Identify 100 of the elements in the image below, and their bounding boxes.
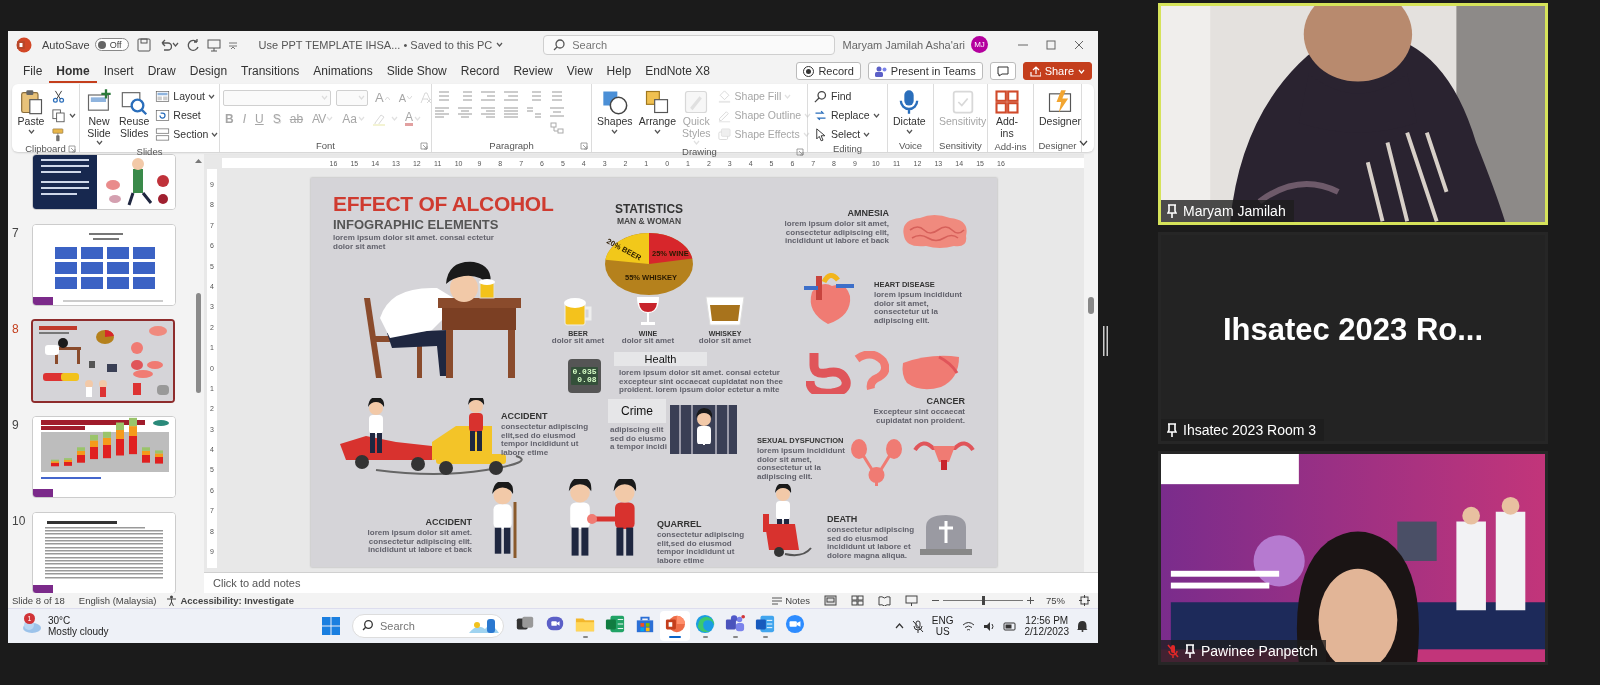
menu-tab[interactable]: Home — [49, 59, 97, 83]
menu-tab[interactable]: Transitions — [234, 59, 307, 83]
zoom-slider-thumb[interactable] — [982, 596, 985, 605]
section-icon — [155, 126, 171, 142]
ribbon-button[interactable]: Reuse Slides — [117, 87, 152, 141]
ribbon-button[interactable]: Designer — [1037, 87, 1084, 129]
menu-tab[interactable]: EndNote X8 — [638, 59, 717, 83]
notes-placeholder[interactable]: Click to add notes — [213, 577, 301, 589]
dialog-launcher-icon[interactable] — [796, 147, 804, 156]
menu-tab[interactable]: File — [16, 59, 50, 83]
speaker-icon[interactable] — [982, 620, 995, 632]
ribbon-button[interactable]: New Slide — [83, 87, 115, 147]
menu-tab[interactable]: View — [559, 59, 600, 83]
dialog-launcher-icon[interactable] — [68, 144, 76, 153]
tool-button[interactable] — [49, 106, 78, 124]
present-icon[interactable] — [206, 37, 221, 52]
microphone-muted-icon[interactable] — [911, 619, 924, 633]
menu-tab[interactable]: Slide Show — [379, 59, 454, 83]
notes-button[interactable]: Notes — [772, 595, 810, 606]
reading-view-icon[interactable] — [878, 595, 891, 606]
decrease-icon — [407, 95, 412, 100]
slide-thumbnail[interactable] — [31, 319, 175, 403]
menu-tab[interactable]: Draw — [140, 59, 183, 83]
user-avatar[interactable]: MJ — [971, 36, 988, 53]
breathalyzer-reading: 0.035 0.08 — [571, 367, 598, 385]
drink-caption: dolor sit amet — [697, 337, 753, 346]
ribbon-button[interactable]: Add-ins — [991, 87, 1023, 141]
ribbon-button[interactable]: Section — [153, 125, 221, 143]
bell-icon[interactable] — [1077, 620, 1088, 632]
slide-sorter-icon[interactable] — [851, 595, 864, 606]
fit-to-window-icon[interactable] — [1079, 595, 1090, 606]
slide-title: EFFECT OF ALCOHOL — [333, 192, 554, 216]
zoom-out-icon[interactable] — [932, 597, 939, 604]
redo-icon[interactable] — [185, 37, 200, 52]
slide-number: 9 — [11, 417, 20, 432]
format-painter-icon — [51, 126, 66, 142]
caret-icon — [358, 95, 365, 100]
presentation-app-taskbar-button[interactable] — [660, 611, 690, 641]
scrollbar-thumb[interactable] — [1088, 297, 1094, 314]
present-in-teams-button[interactable]: Present in Teams — [867, 62, 983, 80]
ribbon-button[interactable]: Select — [811, 125, 882, 143]
ribbon-button[interactable]: Layout — [153, 87, 221, 105]
menu-tab[interactable]: Design — [182, 59, 235, 83]
clock[interactable]: 12:56 PM 2/12/2023 — [1024, 615, 1069, 637]
section-text: lorem ipsum incididunt dolor sit amet, consectetur ut la adipiscing elit. — [757, 447, 846, 482]
ribbon-button[interactable]: Replace — [811, 106, 882, 124]
menu-tab[interactable]: Record — [453, 59, 507, 83]
caret-icon — [611, 128, 619, 134]
caret-icon — [27, 128, 35, 134]
group-label: Designer — [1038, 140, 1077, 151]
statistics-heading: STATISTICS — [613, 202, 685, 216]
slideshow-icon[interactable] — [905, 595, 918, 606]
ribbon-button[interactable]: Arrange — [636, 87, 678, 135]
ribbon-button[interactable]: Find — [811, 87, 882, 105]
scrollbar-thumb[interactable] — [195, 293, 201, 393]
section-text: lorem ipsum dolor sit amet. consai ectetur excepteur sint occaecat cupidatat non thee proident. lorem ipsum dolor ectetur a mite — [618, 369, 785, 395]
share-button[interactable]: Share — [1022, 62, 1092, 80]
section-heading: DEATH — [827, 514, 859, 524]
ribbon-button[interactable]: Paste — [15, 87, 47, 135]
ribbon-button[interactable]: Shapes — [595, 87, 635, 135]
collapse-ribbon-icon[interactable] — [1079, 140, 1088, 146]
participant-display-name: Ihsatec 2023 Ro... — [1222, 312, 1484, 348]
menu-tab[interactable]: Help — [599, 59, 639, 83]
drink-caption: dolor sit amet — [550, 337, 606, 346]
zoom-in-icon[interactable] — [1027, 597, 1034, 604]
group-label: Clipboard — [25, 143, 66, 154]
split-handle[interactable] — [1103, 325, 1108, 356]
customize-icon[interactable] — [227, 39, 238, 50]
input-language-indicator[interactable]: ENG US — [931, 615, 954, 637]
caret-icon — [1078, 68, 1085, 74]
close-icon[interactable] — [1074, 39, 1084, 50]
jail-drawing — [670, 405, 737, 454]
caret-icon — [95, 140, 103, 146]
scroll-up-icon[interactable] — [194, 158, 202, 163]
taskbar-search-field[interactable]: Search — [352, 614, 504, 638]
save-icon[interactable] — [136, 37, 151, 52]
section-heading: QUARREL — [657, 519, 703, 529]
ribbon-button[interactable]: Dictate — [891, 87, 928, 135]
menu-tab[interactable]: Review — [506, 59, 560, 83]
accessibility-status[interactable]: Accessibility: Investigate — [180, 595, 294, 606]
wifi-icon[interactable] — [961, 620, 975, 632]
autosave-toggle[interactable]: Off — [94, 38, 129, 51]
zoom-slider[interactable] — [943, 596, 1023, 605]
menu-tab[interactable]: Animations — [306, 59, 380, 83]
document-title[interactable]: Use PPT TEMPLATE IHSA... • Saved to this PC — [258, 38, 504, 51]
comments-button[interactable] — [989, 62, 1016, 80]
search-field[interactable]: Search — [543, 34, 836, 55]
search-icon — [553, 38, 566, 51]
share-icon — [1029, 65, 1041, 77]
reset-icon — [155, 107, 171, 123]
zoom-percentage[interactable]: 75% — [1046, 595, 1065, 606]
maximize-icon[interactable] — [1046, 39, 1056, 50]
menu-tab[interactable]: Insert — [96, 59, 141, 83]
chevron-up-icon[interactable] — [894, 623, 904, 629]
ribbon-button[interactable]: Reset — [153, 106, 221, 124]
caret-icon — [326, 116, 334, 121]
record-button[interactable]: Record — [796, 62, 861, 80]
normal-view-icon[interactable] — [824, 595, 837, 606]
search-icon — [362, 620, 373, 631]
battery-icon[interactable] — [1002, 621, 1017, 631]
